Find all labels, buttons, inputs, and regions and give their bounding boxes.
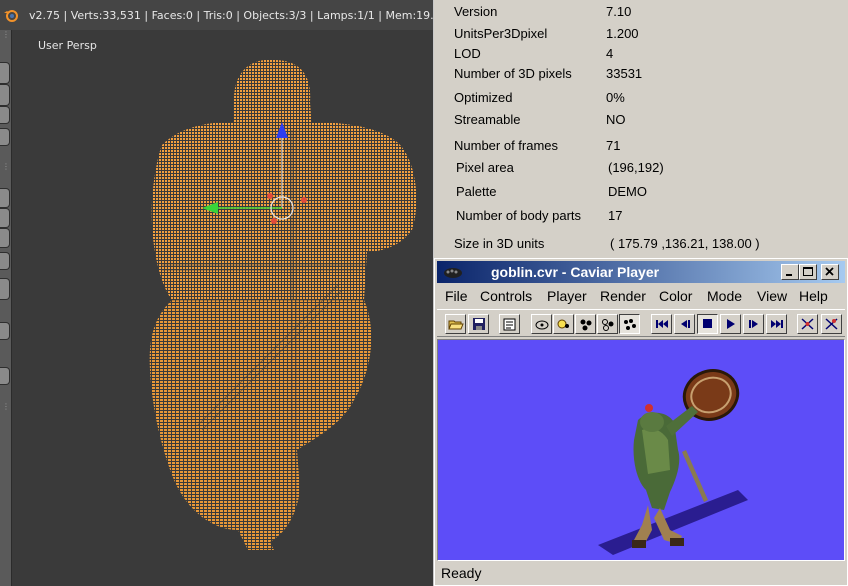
- status-text: Ready: [441, 565, 482, 581]
- info-value: (196,192): [608, 160, 664, 175]
- info-value: 33531: [606, 66, 643, 81]
- info-value: 0%: [606, 90, 625, 105]
- tool-button[interactable]: [0, 84, 10, 106]
- tool-button[interactable]: [0, 367, 10, 385]
- blender-window: v2.75 | Verts:33,531 | Faces:0 | Tris:0 …: [0, 0, 433, 586]
- minimize-button[interactable]: [781, 264, 799, 280]
- drag-handle-icon[interactable]: ⋮: [2, 403, 10, 411]
- tool-button[interactable]: [0, 106, 10, 124]
- info-value: ( 175.79 ,136.21, 138.00 ): [610, 236, 760, 251]
- menu-player[interactable]: Player: [547, 288, 587, 304]
- menu-bar: File Controls Player Render Color Mode V…: [437, 285, 845, 307]
- info-value: 71: [606, 138, 621, 153]
- tool-button[interactable]: [0, 128, 10, 146]
- prev-frame-icon[interactable]: [674, 314, 695, 334]
- play-icon[interactable]: [720, 314, 741, 334]
- cvr-properties-panel: Version 7.10 UnitsPer3Dpixel 1.200 LOD 4…: [434, 0, 848, 258]
- tool-spinner[interactable]: [0, 278, 10, 300]
- info-value: 4: [606, 46, 614, 61]
- close-button[interactable]: [821, 264, 839, 280]
- blender-info-header: v2.75 | Verts:33,531 | Faces:0 | Tris:0 …: [0, 0, 433, 31]
- menu-color[interactable]: Color: [659, 288, 692, 304]
- menu-help[interactable]: Help: [799, 288, 828, 304]
- tool-button[interactable]: [0, 252, 10, 270]
- info-value: 7.10: [606, 4, 632, 19]
- maximize-button[interactable]: [799, 264, 817, 280]
- menu-controls[interactable]: Controls: [480, 288, 532, 304]
- title-bar[interactable]: goblin.cvr - Caviar Player: [437, 261, 845, 283]
- extra-2-icon[interactable]: [821, 314, 842, 334]
- info-value: DEMO: [608, 184, 647, 199]
- info-label: LOD: [454, 46, 481, 61]
- tool-button[interactable]: [0, 322, 10, 340]
- 3d-viewport[interactable]: User Persp: [12, 30, 433, 586]
- caviar-player-window: goblin.cvr - Caviar Player File Controls…: [434, 258, 848, 586]
- render-mode-2-icon[interactable]: [553, 314, 574, 334]
- info-value: 1.200: [606, 26, 639, 41]
- menu-render[interactable]: Render: [600, 288, 646, 304]
- extra-1-icon[interactable]: [797, 314, 818, 334]
- view-mode-label: User Persp: [38, 39, 97, 52]
- properties-icon[interactable]: [499, 314, 520, 334]
- window-title: goblin.cvr - Caviar Player: [491, 264, 660, 280]
- tool-shelf-edge[interactable]: ⋮ ⋮ ⋮: [0, 30, 12, 586]
- tool-button[interactable]: [0, 188, 10, 208]
- menu-file[interactable]: File: [445, 288, 468, 304]
- drag-handle-icon[interactable]: ⋮: [2, 163, 10, 171]
- goblin-character-render: [598, 369, 748, 555]
- tool-button[interactable]: [0, 62, 10, 84]
- info-label: Streamable: [454, 112, 521, 127]
- last-frame-icon[interactable]: [766, 314, 787, 334]
- info-label: Pixel area: [456, 160, 514, 175]
- scene-stats: v2.75 | Verts:33,531 | Faces:0 | Tris:0 …: [29, 9, 433, 22]
- info-label: Number of body parts: [456, 208, 582, 223]
- toolbar: [437, 309, 845, 337]
- next-frame-icon[interactable]: [743, 314, 764, 334]
- first-frame-icon[interactable]: [651, 314, 672, 334]
- render-mode-4-icon[interactable]: [597, 314, 618, 334]
- drag-handle-icon[interactable]: ⋮: [2, 31, 10, 39]
- open-icon[interactable]: [445, 314, 466, 334]
- render-mode-1-icon[interactable]: [531, 314, 552, 334]
- render-mode-5-icon[interactable]: [619, 314, 640, 334]
- status-bar: Ready: [437, 563, 845, 583]
- tool-button[interactable]: [0, 208, 10, 228]
- info-value: NO: [606, 112, 626, 127]
- save-icon[interactable]: [468, 314, 489, 334]
- blender-logo-icon[interactable]: [3, 8, 19, 22]
- info-value: 17: [608, 208, 623, 223]
- tool-button[interactable]: [0, 228, 10, 248]
- render-viewport[interactable]: [437, 339, 845, 561]
- info-label: Optimized: [454, 90, 513, 105]
- info-label: Size in 3D units: [454, 236, 545, 251]
- info-label: Version: [454, 4, 498, 19]
- render-mode-3-icon[interactable]: [575, 314, 596, 334]
- info-label: Palette: [456, 184, 497, 199]
- stop-icon[interactable]: [697, 314, 718, 334]
- info-label: Number of frames: [454, 138, 559, 153]
- caviar-app-icon[interactable]: [443, 265, 463, 279]
- info-label: UnitsPer3Dpixel: [454, 26, 548, 41]
- info-label: Number of 3D pixels: [454, 66, 572, 81]
- voxel-model[interactable]: [12, 30, 433, 586]
- menu-mode[interactable]: Mode: [707, 288, 742, 304]
- menu-view[interactable]: View: [757, 288, 787, 304]
